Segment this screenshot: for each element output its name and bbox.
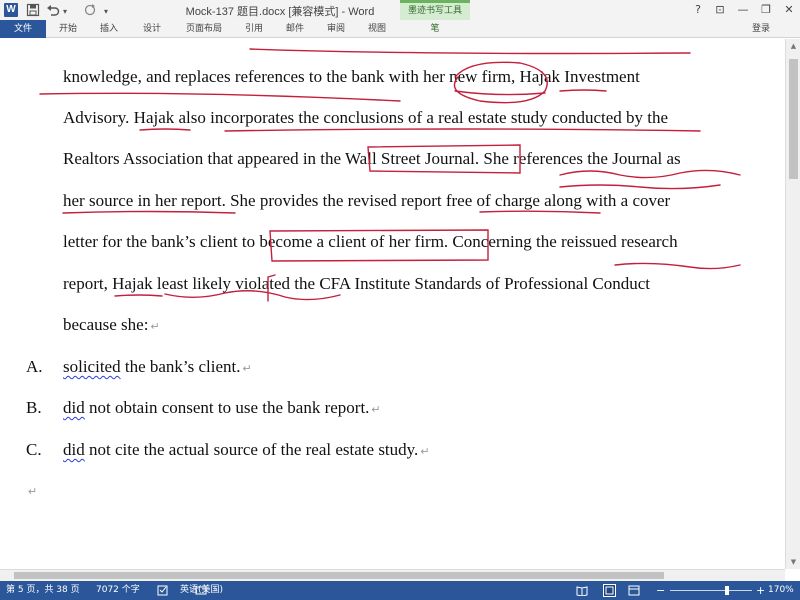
option-b-text: not obtain consent to use the bank repor…	[84, 398, 370, 417]
question-stem-end: because she:	[63, 315, 149, 334]
ink-underline-conclusions	[224, 128, 701, 132]
scroll-up-icon[interactable]: ▲	[786, 39, 800, 53]
tab-page-layout[interactable]: 页面布局	[181, 20, 227, 38]
option-b[interactable]: did not obtain consent to use the bank r…	[63, 397, 381, 421]
option-b-letter: B.	[26, 398, 42, 417]
option-c-text: not cite the actual source of the real e…	[84, 440, 419, 459]
language[interactable]: 英语(美国)	[180, 581, 223, 600]
horizontal-scroll-thumb[interactable]	[14, 572, 664, 579]
body-line-5: letter for the bank’s client to become a…	[63, 232, 678, 251]
vertical-scroll-thumb[interactable]	[789, 59, 798, 179]
tab-references[interactable]: 引用	[242, 20, 266, 38]
tab-mailings[interactable]: 邮件	[283, 20, 307, 38]
paragraph-mark: ↵	[420, 446, 430, 458]
page-count[interactable]: 第 5 页，共 38 页	[6, 581, 80, 600]
ink-underline-her-new-firm	[454, 90, 546, 96]
restore-icon[interactable]: ❐	[757, 2, 775, 18]
tab-view[interactable]: 视图	[365, 20, 389, 38]
ribbon-display-icon[interactable]: ⊡	[711, 2, 729, 18]
option-c[interactable]: did not cite the actual source of the re…	[63, 439, 430, 463]
redo-icon[interactable]	[83, 3, 97, 17]
tab-insert[interactable]: 插入	[97, 20, 121, 38]
empty-paragraph: ↵	[26, 479, 37, 503]
web-layout-icon[interactable]	[628, 585, 640, 596]
undo-dropdown-icon[interactable]: ▾	[63, 4, 67, 20]
sign-in-link[interactable]: 登录	[752, 20, 770, 38]
ink-underline-hajak-3	[114, 294, 163, 297]
tab-review[interactable]: 审阅	[324, 20, 348, 38]
minimize-icon[interactable]: —	[734, 2, 752, 18]
body-line-2: Advisory. Hajak also incorporates the co…	[63, 108, 669, 127]
ink-underline-knowledge	[39, 92, 401, 102]
option-c-keyword: did	[63, 440, 85, 459]
tab-design[interactable]: 设计	[140, 20, 164, 38]
close-icon[interactable]: ✕	[780, 2, 798, 18]
customize-qat-icon[interactable]: ▾	[104, 4, 108, 20]
body-line-4: her source in her report. She provides t…	[63, 191, 671, 210]
ink-underline-hajak-2	[139, 128, 191, 131]
vertical-scrollbar[interactable]: ▲ ▼	[785, 39, 800, 569]
scroll-down-icon[interactable]: ▼	[786, 555, 800, 569]
ink-wavy-references	[559, 169, 741, 179]
zoom-out-button[interactable]: −	[656, 581, 665, 600]
tab-pen[interactable]: 笔	[400, 20, 470, 38]
ink-underline-hajak-1	[559, 89, 607, 92]
print-layout-icon[interactable]	[603, 584, 616, 597]
option-b-keyword: did	[63, 398, 85, 417]
tab-file[interactable]: 文件	[0, 20, 46, 38]
ink-stroke-top	[249, 48, 691, 55]
option-c-letter: C.	[26, 440, 42, 459]
zoom-in-button[interactable]: +	[756, 581, 765, 600]
word-app-icon[interactable]: W	[4, 3, 18, 17]
option-a-letter: A.	[26, 357, 43, 376]
ink-wavy-reissued	[614, 262, 741, 270]
body-line-3: Realtors Association that appeared in th…	[63, 149, 681, 168]
ink-tools-title: 墨迹书写工具	[407, 6, 462, 16]
zoom-slider[interactable]	[670, 590, 752, 591]
paragraph-mark: ↵	[371, 404, 381, 416]
option-a[interactable]: solicited the bank’s client. ↵	[63, 356, 252, 380]
paragraph-mark: ↵	[28, 486, 38, 498]
undo-icon[interactable]	[46, 3, 60, 17]
help-icon[interactable]: ?	[689, 2, 707, 18]
ink-wavy-source	[559, 184, 721, 190]
body-line-1: knowledge, and replaces references to th…	[63, 67, 640, 86]
body-line-6: report, Hajak least likely violated the …	[63, 274, 651, 293]
status-bar: 第 5 页，共 38 页 7072 个字 英语(美国) − + 170%	[0, 581, 800, 600]
ribbon-tab-bar: 文件 开始 插入 设计 页面布局 引用 邮件 审阅 视图 笔	[0, 20, 800, 38]
word-count[interactable]: 7072 个字	[96, 581, 140, 600]
option-a-keyword: solicited	[63, 357, 121, 376]
body-line-7: because she: ↵	[63, 314, 160, 338]
read-mode-icon[interactable]	[576, 585, 588, 596]
option-a-text: the bank’s client.	[120, 357, 241, 376]
paragraph-mark: ↵	[242, 363, 252, 375]
paragraph-mark: ↵	[150, 321, 160, 333]
save-icon[interactable]	[26, 3, 40, 17]
document-page[interactable]: knowledge, and replaces references to th…	[0, 39, 785, 569]
zoom-slider-thumb[interactable]	[725, 586, 730, 595]
proofing-icon[interactable]	[157, 585, 169, 596]
horizontal-scrollbar[interactable]	[0, 569, 785, 581]
zoom-level[interactable]: 170%	[768, 581, 794, 600]
tab-home[interactable]: 开始	[56, 20, 80, 38]
